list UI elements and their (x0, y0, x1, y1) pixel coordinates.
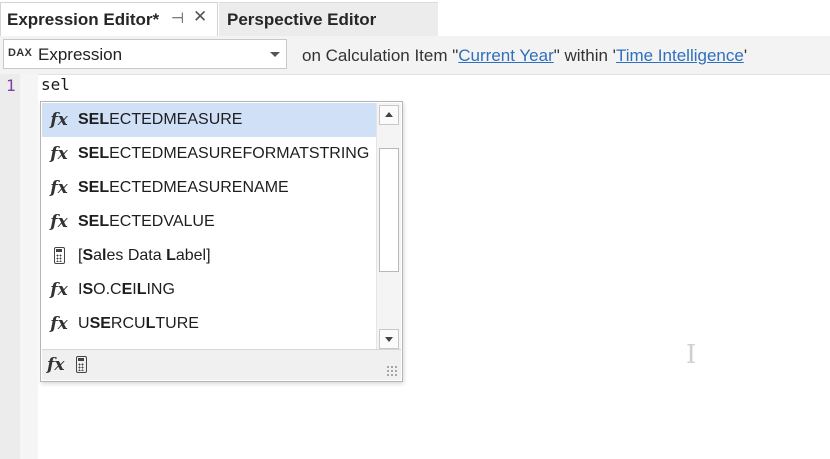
function-filter-icon[interactable]: fx (47, 355, 64, 375)
autocomplete-item[interactable]: fx SELECTEDMEASURENAME (42, 171, 376, 205)
function-icon: fx (50, 144, 68, 164)
dax-badge: DAX (8, 47, 33, 59)
code-text[interactable]: sel (41, 75, 70, 94)
autocomplete-item[interactable]: fx SELECTEDMEASURE (42, 103, 376, 137)
autocomplete-filter-bar: fx (42, 349, 401, 380)
line-number: 1 (6, 76, 16, 95)
text-cursor-icon: I (686, 340, 697, 370)
autocomplete-item[interactable]: fx USERCULTURE (42, 307, 376, 341)
expression-toolbar: DAX Expression on Calculation Item "Curr… (0, 36, 830, 75)
tab-label: Perspective Editor (227, 9, 377, 29)
scroll-thumb[interactable] (379, 148, 399, 272)
autocomplete-popup: fx SELECTEDMEASURE fx SELECTEDMEASUREFORMAT… (40, 101, 403, 382)
autocomplete-item-label: SELECTEDMEASURE (78, 111, 243, 128)
calc-item-link[interactable]: Current Year (458, 46, 553, 65)
document-tab-bar: Expression Editor* ⊣ ✕ Perspective Edito… (0, 0, 830, 36)
scroll-down-icon[interactable] (379, 329, 399, 349)
function-icon: fx (50, 280, 68, 300)
close-icon[interactable]: ✕ (193, 7, 207, 27)
autocomplete-item-label: SELECTEDMEASURENAME (78, 179, 289, 196)
function-icon: fx (50, 212, 68, 232)
measure-icon (44, 247, 74, 265)
autocomplete-item-label: SELECTEDMEASUREFORMATSTRING (78, 145, 370, 162)
autocomplete-item-label: [Sales Data Label] (78, 247, 211, 264)
autocomplete-item[interactable]: [Sales Data Label] (42, 239, 376, 273)
function-icon: fx (50, 110, 68, 130)
tab-label: Expression Editor* (7, 9, 160, 29)
line-number-gutter: 1 (0, 74, 38, 459)
tab-expression-editor[interactable]: Expression Editor* ⊣ ✕ (0, 2, 218, 36)
autocomplete-item[interactable]: fx SELECTEDVALUE (42, 205, 376, 239)
fold-margin (20, 74, 38, 459)
chevron-down-icon[interactable] (270, 52, 280, 57)
autocomplete-item[interactable]: fx SELECTEDMEASUREFORMATSTRING (42, 137, 376, 171)
tab-perspective-editor[interactable]: Perspective Editor (219, 2, 438, 36)
autocomplete-scrollbar[interactable] (376, 103, 401, 351)
calc-group-link[interactable]: Time Intelligence (616, 46, 744, 65)
context-description: on Calculation Item "Current Year" withi… (302, 46, 747, 66)
function-icon: fx (50, 178, 68, 198)
expression-property-select[interactable]: DAX Expression (3, 39, 287, 69)
scroll-up-icon[interactable] (379, 105, 399, 125)
pin-icon[interactable]: ⊣ (171, 9, 184, 27)
autocomplete-item-label: SELECTEDVALUE (78, 213, 215, 230)
context-prefix: on Calculation Item " (302, 46, 459, 65)
autocomplete-list: fx SELECTEDMEASURE fx SELECTEDMEASUREFORMAT… (42, 103, 376, 351)
autocomplete-item[interactable]: fx ISO.CEILING (42, 273, 376, 307)
context-suffix: ' (743, 46, 748, 65)
measure-filter-icon[interactable] (76, 356, 87, 373)
expression-property-value: Expression (38, 45, 123, 64)
resize-grip-icon[interactable] (386, 365, 398, 377)
context-mid: " within ' (553, 46, 616, 65)
function-icon: fx (50, 314, 68, 334)
autocomplete-item-label: ISO.CEILING (78, 281, 175, 298)
autocomplete-item-label: USERCULTURE (78, 315, 199, 332)
